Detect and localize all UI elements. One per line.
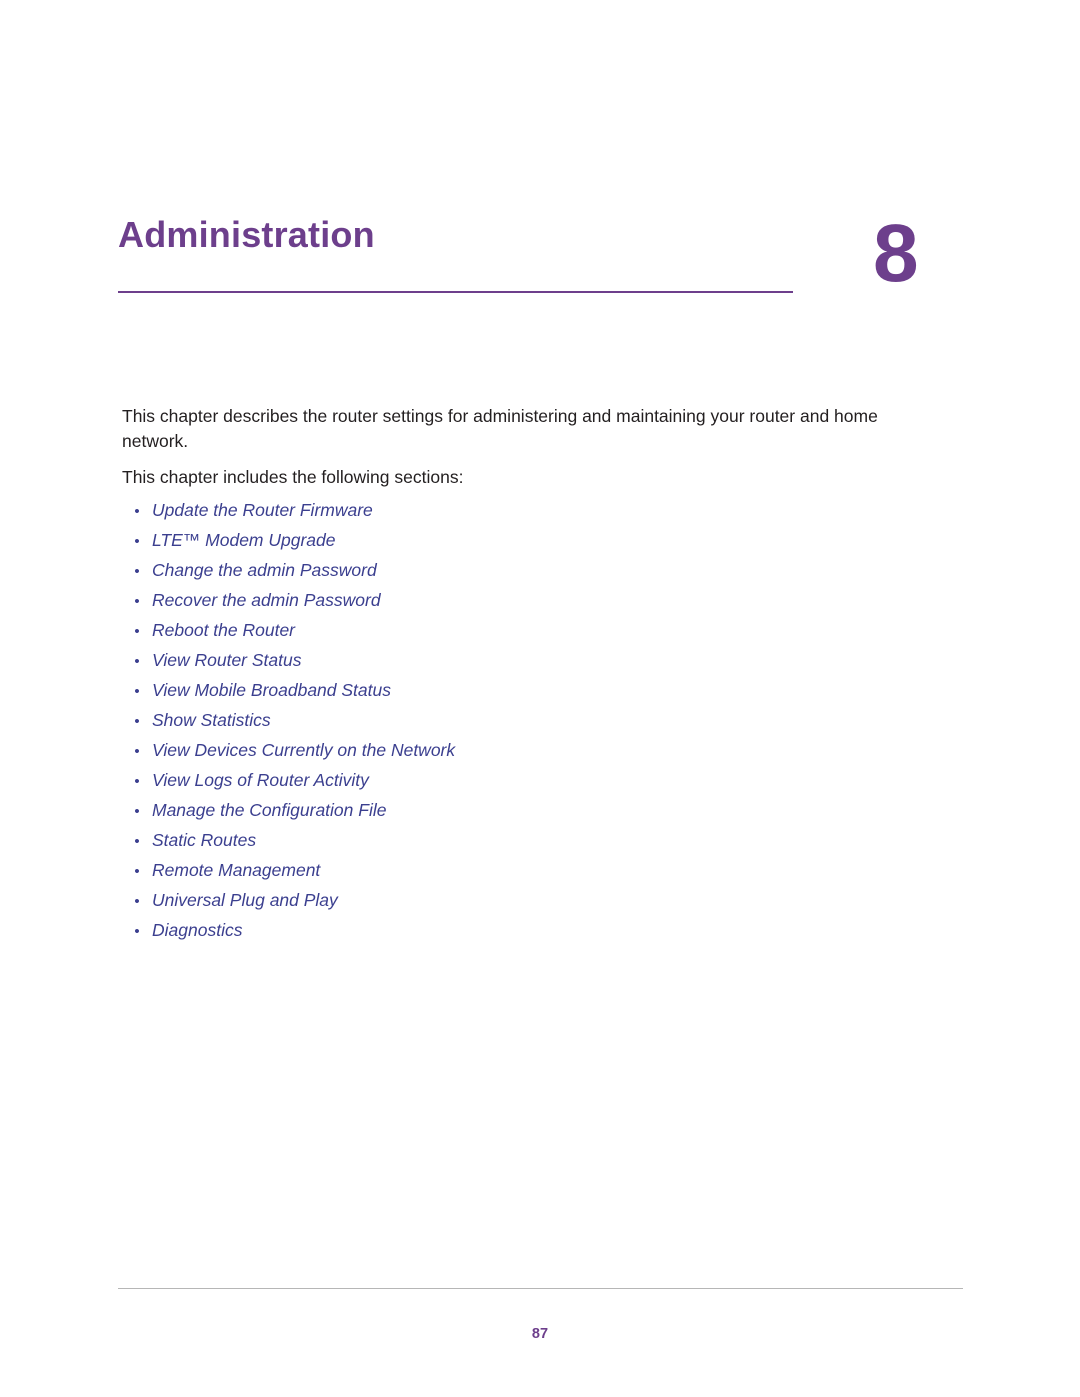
bullet-icon: • bbox=[134, 773, 140, 790]
bullet-icon: • bbox=[134, 893, 140, 910]
intro-paragraph-1: This chapter describes the router settin… bbox=[122, 406, 878, 451]
section-link-static-routes[interactable]: Static Routes bbox=[152, 830, 256, 851]
bullet-icon: • bbox=[134, 743, 140, 760]
section-link-show-statistics[interactable]: Show Statistics bbox=[152, 710, 271, 731]
bullet-icon: • bbox=[134, 623, 140, 640]
list-item[interactable]: • Recover the admin Password bbox=[122, 590, 922, 620]
section-link-view-logs-of-router-activity[interactable]: View Logs of Router Activity bbox=[152, 770, 369, 791]
list-item[interactable]: • Static Routes bbox=[122, 830, 922, 860]
intro-paragraph-2: This chapter includes the following sect… bbox=[122, 466, 464, 487]
section-link-view-router-status[interactable]: View Router Status bbox=[152, 650, 301, 671]
bullet-icon: • bbox=[134, 653, 140, 670]
chapter-header: Administration 8 bbox=[118, 208, 958, 335]
bullet-icon: • bbox=[134, 563, 140, 580]
section-link-manage-the-configuration-file[interactable]: Manage the Configuration File bbox=[152, 800, 386, 821]
intro-text: This chapter describes the router settin… bbox=[122, 404, 922, 490]
section-link-view-mobile-broadband-status[interactable]: View Mobile Broadband Status bbox=[152, 680, 391, 701]
bullet-icon: • bbox=[134, 503, 140, 520]
list-item[interactable]: • Universal Plug and Play bbox=[122, 890, 922, 920]
section-link-universal-plug-and-play[interactable]: Universal Plug and Play bbox=[152, 890, 338, 911]
list-item[interactable]: • LTE™ Modem Upgrade bbox=[122, 530, 922, 560]
bullet-icon: • bbox=[134, 533, 140, 550]
bullet-icon: • bbox=[134, 683, 140, 700]
bullet-icon: • bbox=[134, 833, 140, 850]
list-item[interactable]: • Reboot the Router bbox=[122, 620, 922, 650]
list-item[interactable]: • Update the Router Firmware bbox=[122, 500, 922, 530]
title-divider bbox=[118, 291, 793, 293]
list-item[interactable]: • View Router Status bbox=[122, 650, 922, 680]
list-item[interactable]: • Diagnostics bbox=[122, 920, 922, 950]
footer-divider bbox=[118, 1288, 963, 1289]
list-item[interactable]: • View Mobile Broadband Status bbox=[122, 680, 922, 710]
list-item[interactable]: • View Devices Currently on the Network bbox=[122, 740, 922, 770]
list-item[interactable]: • Remote Management bbox=[122, 860, 922, 890]
bullet-icon: • bbox=[134, 863, 140, 880]
page-title: Administration bbox=[118, 214, 375, 255]
bullet-icon: • bbox=[134, 713, 140, 730]
page-number: 87 bbox=[531, 1326, 549, 1342]
section-link-view-devices-currently-on-the-network[interactable]: View Devices Currently on the Network bbox=[152, 740, 455, 761]
section-link-diagnostics[interactable]: Diagnostics bbox=[152, 920, 242, 941]
list-item[interactable]: • Change the admin Password bbox=[122, 560, 922, 590]
section-link-reboot-the-router[interactable]: Reboot the Router bbox=[152, 620, 295, 641]
document-page: Administration 8 This chapter describes … bbox=[0, 0, 1080, 1397]
section-link-remote-management[interactable]: Remote Management bbox=[152, 860, 320, 881]
bullet-icon: • bbox=[134, 803, 140, 820]
section-link-change-the-admin-password[interactable]: Change the admin Password bbox=[152, 560, 377, 581]
bullet-icon: • bbox=[134, 593, 140, 610]
bullet-icon: • bbox=[134, 923, 140, 940]
list-item[interactable]: • Manage the Configuration File bbox=[122, 800, 922, 830]
section-link-update-the-router-firmware[interactable]: Update the Router Firmware bbox=[152, 500, 373, 521]
section-link-recover-the-admin-password[interactable]: Recover the admin Password bbox=[152, 590, 381, 611]
section-link-lte-modem-upgrade[interactable]: LTE™ Modem Upgrade bbox=[152, 530, 336, 551]
list-item[interactable]: • Show Statistics bbox=[122, 710, 922, 740]
chapter-number: 8 bbox=[873, 208, 919, 299]
list-item[interactable]: • View Logs of Router Activity bbox=[122, 770, 922, 800]
chapter-section-list: • Update the Router Firmware • LTE™ Mode… bbox=[122, 500, 922, 950]
